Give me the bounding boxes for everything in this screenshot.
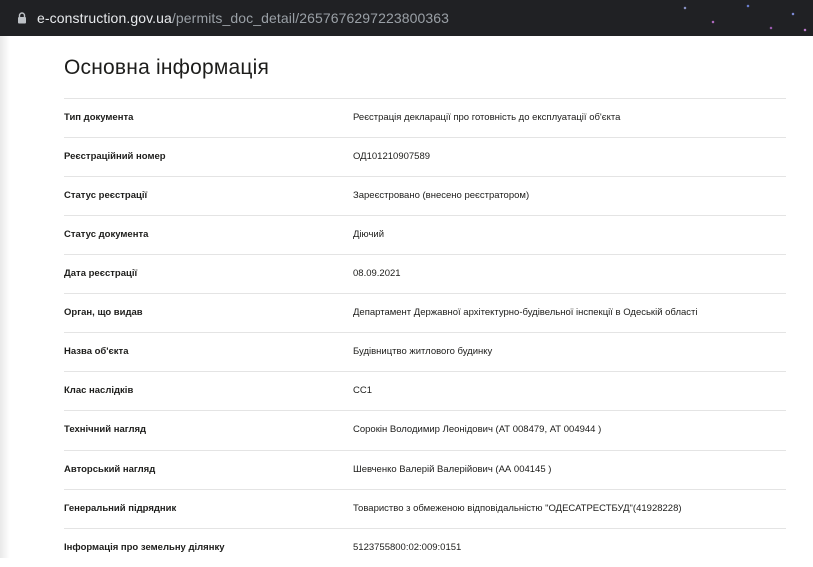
info-row-value: Діючий xyxy=(353,229,385,240)
info-row-label: Реєстраційний номер xyxy=(64,151,166,162)
info-row-value: 08.09.2021 xyxy=(353,268,401,279)
info-row-value: Будівництво житлового будинку xyxy=(353,346,493,357)
info-row-value: Зареєстровано (внесено реєстратором) xyxy=(353,190,530,201)
info-row: Дата реєстрації 08.09.2021 xyxy=(64,254,786,293)
info-row: Статус документа Діючий xyxy=(64,215,786,254)
info-row-label: Тип документа xyxy=(64,112,134,123)
address-bar[interactable]: e-construction.gov.ua/permits_doc_detail… xyxy=(0,0,813,36)
info-row-label: Генеральний підрядник xyxy=(64,503,177,514)
info-row: Інформація про земельну ділянку 512375580… xyxy=(64,528,786,567)
info-row-value: ОД101210907589 xyxy=(353,151,431,162)
info-table: Тип документа Реєстрація декларації про г… xyxy=(64,98,786,567)
info-row-value: Реєстрація декларації про готовність до … xyxy=(353,112,621,123)
info-row-value: Сорокін Володимир Леонідович (АТ 008479,… xyxy=(353,424,602,435)
info-row-label: Статус документа xyxy=(64,229,149,240)
info-row-value: Товариство з обмеженою відповідальністю … xyxy=(353,503,682,514)
info-row-value: Шевченко Валерій Валерійович (АА 004145 … xyxy=(353,464,552,475)
info-row: Реєстраційний номер ОД101210907589 xyxy=(64,137,786,176)
info-row-label: Авторський нагляд xyxy=(64,464,156,475)
page-edge xyxy=(0,36,10,558)
lock-icon[interactable] xyxy=(17,12,27,24)
info-row: Статус реєстрації Зареєстровано (внесено … xyxy=(64,176,786,215)
info-row: Авторський нагляд Шевченко Валерій Валері… xyxy=(64,450,786,489)
browser-theme-background xyxy=(673,0,813,36)
info-row-value: Департамент Державної архітектурно-будів… xyxy=(353,307,698,318)
url-text[interactable]: e-construction.gov.ua/permits_doc_detail… xyxy=(37,9,449,27)
info-row: Технічний нагляд Сорокін Володимир Леонід… xyxy=(64,410,786,450)
info-row-value: 5123755800:02:009:0151 xyxy=(353,542,462,553)
info-row-label: Інформація про земельну ділянку xyxy=(64,542,225,553)
info-row-label: Клас наслідків xyxy=(64,385,134,396)
info-row-label: Технічний нагляд xyxy=(64,424,147,435)
info-row-label: Назва об'єкта xyxy=(64,346,129,357)
info-row: Тип документа Реєстрація декларації про г… xyxy=(64,98,786,137)
info-row: Генеральний підрядник Товариство з обмеже… xyxy=(64,489,786,528)
info-row-label: Дата реєстрації xyxy=(64,268,138,279)
url-path: /permits_doc_detail/2657676297223800363 xyxy=(171,10,450,26)
info-row: Орган, що видав Департамент Державної арх… xyxy=(64,293,786,332)
info-row: Назва об'єкта Будівництво житлового будин… xyxy=(64,332,786,371)
info-row-label: Статус реєстрації xyxy=(64,190,148,201)
page-title: Основна інформація xyxy=(64,56,270,79)
url-host: e-construction.gov.ua xyxy=(37,10,172,26)
info-row-label: Орган, що видав xyxy=(64,307,143,318)
info-row: Клас наслідків СС1 xyxy=(64,371,786,410)
info-row-value: СС1 xyxy=(353,385,373,396)
